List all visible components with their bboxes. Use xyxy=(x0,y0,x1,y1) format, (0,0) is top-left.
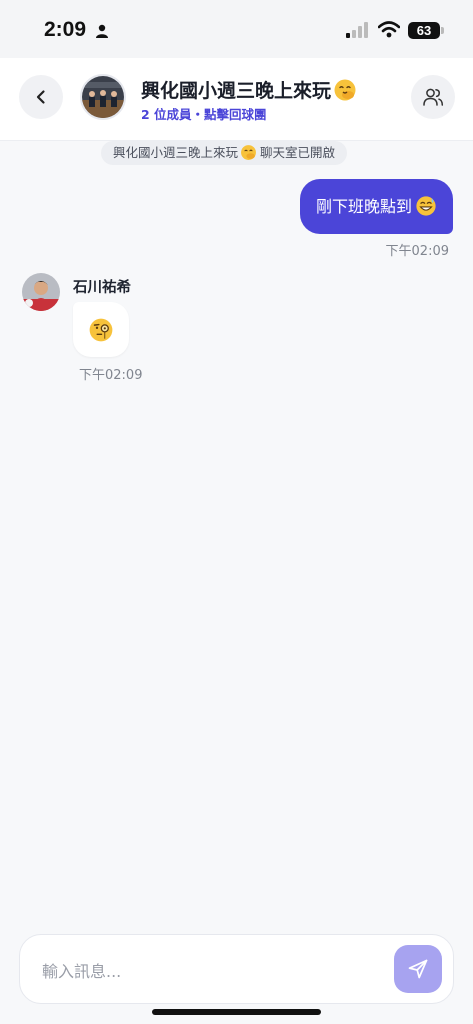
group-photo xyxy=(82,76,124,118)
message-time: 下午02:09 xyxy=(79,368,143,383)
wifi-icon xyxy=(378,21,400,38)
signal-icon xyxy=(346,22,368,38)
message-time: 下午02:09 xyxy=(385,244,449,259)
message-text: 剛下班晚點到 xyxy=(315,197,412,216)
chat-subtitle[interactable]: 2 位成員・點擊回球團 xyxy=(141,104,267,123)
send-icon xyxy=(408,959,428,979)
group-avatar[interactable] xyxy=(80,74,126,120)
system-message-text: 興化國小週三晚上來玩 xyxy=(113,145,239,160)
grinning-sweat-emoji xyxy=(416,195,436,216)
battery-tip xyxy=(441,27,444,34)
face-with-hand-over-mouth-emoji xyxy=(334,79,356,100)
status-time: 2:09 xyxy=(44,18,87,41)
users-icon xyxy=(423,88,444,106)
battery-icon: 63 xyxy=(408,22,440,39)
composer-box xyxy=(19,934,454,1004)
chevron-left-icon xyxy=(36,90,45,104)
back-button[interactable] xyxy=(19,75,63,119)
message-bubble-incoming[interactable] xyxy=(73,302,129,357)
home-indicator xyxy=(152,1009,321,1015)
sender-name: 石川祐希 xyxy=(73,280,131,296)
system-message: 興化國小週三晚上來玩 聊天室已開啟 xyxy=(101,141,348,165)
face-with-hand-over-mouth-emoji xyxy=(241,144,256,160)
status-bar: 2:09 63 xyxy=(0,0,473,58)
message-input[interactable] xyxy=(40,955,374,987)
composer-bar xyxy=(0,914,473,1024)
chat-header: 興化國小週三晚上來玩 2 位成員・點擊回球團 xyxy=(0,58,473,141)
members-button[interactable] xyxy=(411,75,455,119)
face-with-monocle-emoji xyxy=(89,318,113,341)
chat-title-text: 興化國小週三晚上來玩 xyxy=(141,80,332,102)
person-icon xyxy=(96,24,108,38)
sender-photo xyxy=(22,273,60,311)
message-bubble-outgoing[interactable]: 剛下班晚點到 xyxy=(299,179,453,234)
avatar[interactable] xyxy=(22,273,60,311)
send-button[interactable] xyxy=(394,945,442,993)
chat-title: 興化國小週三晚上來玩 xyxy=(141,76,357,103)
system-message-status: 聊天室已開啟 xyxy=(260,145,336,160)
